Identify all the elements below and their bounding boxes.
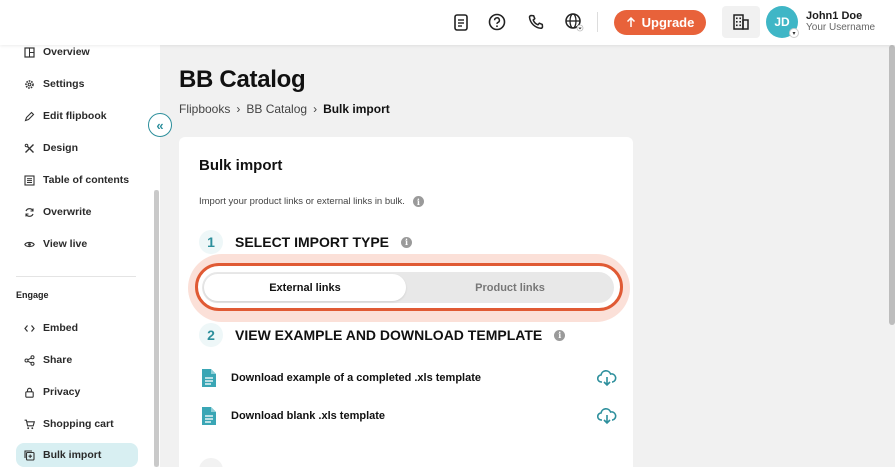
bulk-import-card: Bulk import Import your product links or… bbox=[179, 137, 633, 467]
sidebar-item-label: Edit flipbook bbox=[43, 110, 107, 122]
toolbar-separator bbox=[597, 12, 598, 32]
user-username: Your Username bbox=[806, 22, 876, 33]
cloud-download-icon[interactable] bbox=[597, 369, 617, 387]
sidebar-item-design[interactable]: Design bbox=[24, 139, 78, 157]
sidebar-item-label: Share bbox=[43, 354, 73, 366]
sidebar-item-label: Privacy bbox=[43, 386, 81, 398]
download-blank-row[interactable]: Download blank .xls template bbox=[201, 404, 617, 428]
sidebar-item-edit-flipbook[interactable]: Edit flipbook bbox=[24, 107, 107, 125]
sidebar-item-privacy[interactable]: Privacy bbox=[24, 383, 80, 401]
double-chevron-left-icon: « bbox=[156, 117, 164, 133]
sidebar-item-share[interactable]: Share bbox=[24, 351, 72, 369]
gear-icon bbox=[25, 79, 34, 89]
eye-icon bbox=[24, 241, 35, 247]
arrow-up-icon bbox=[626, 17, 635, 27]
sidebar-item-overwrite[interactable]: Overwrite bbox=[24, 203, 91, 221]
sidebar-item-shopping-cart[interactable]: Shopping cart bbox=[24, 415, 114, 433]
step-number: 1 bbox=[199, 230, 223, 254]
file-icon bbox=[202, 407, 216, 425]
sidebar-item-label: View live bbox=[43, 238, 88, 250]
sidebar-item-label: Overwrite bbox=[43, 206, 92, 218]
sidebar-item-bulk-import[interactable]: Bulk import bbox=[24, 446, 101, 464]
step-label: SELECT IMPORT TYPE bbox=[235, 234, 390, 250]
toggle-external-links[interactable]: External links bbox=[204, 274, 406, 301]
cloud-download-icon[interactable] bbox=[597, 407, 617, 425]
step-number: 2 bbox=[199, 323, 223, 347]
sidebar-item-settings[interactable]: Settings bbox=[24, 75, 84, 93]
breadcrumb-link-flipbooks[interactable]: Flipbooks bbox=[179, 102, 230, 116]
sidebar-item-label: Overview bbox=[43, 46, 90, 58]
description-text: Import your product links or external li… bbox=[199, 196, 405, 207]
card-title: Bulk import bbox=[199, 157, 283, 174]
sidebar-item-label: Bulk import bbox=[43, 449, 102, 461]
document-icon[interactable] bbox=[451, 12, 471, 32]
sidebar-section-engage: Engage bbox=[16, 290, 49, 300]
sidebar-item-embed[interactable]: Embed bbox=[24, 319, 78, 337]
sidebar-item-label: Table of contents bbox=[43, 174, 130, 186]
chevron-down-icon[interactable]: ▾ bbox=[789, 28, 799, 38]
step-view-example: 2 VIEW EXAMPLE AND DOWNLOAD TEMPLATE i bbox=[199, 323, 566, 347]
phone-icon[interactable] bbox=[526, 12, 546, 32]
import-type-toggle: External links Product links bbox=[202, 272, 614, 303]
info-icon[interactable]: i bbox=[401, 236, 413, 248]
sidebar: Overview Settings Edit flipbook Design T… bbox=[0, 45, 160, 467]
sidebar-item-label: Embed bbox=[43, 322, 79, 334]
sidebar-item-label: Settings bbox=[43, 78, 85, 90]
sidebar-divider bbox=[16, 276, 136, 277]
upgrade-button[interactable]: Upgrade bbox=[614, 10, 706, 35]
pencil-icon bbox=[24, 111, 35, 121]
sidebar-item-label: Design bbox=[43, 142, 79, 154]
lock-icon bbox=[25, 387, 34, 398]
main-scrollbar[interactable] bbox=[889, 45, 895, 325]
breadcrumb: Flipbooks › BB Catalog › Bulk import bbox=[179, 102, 390, 116]
overview-icon bbox=[24, 46, 35, 58]
share-icon bbox=[24, 354, 35, 366]
card-description: Import your product links or external li… bbox=[199, 196, 424, 207]
file-icon bbox=[202, 369, 216, 387]
upgrade-label: Upgrade bbox=[641, 15, 695, 30]
download-example-row[interactable]: Download example of a completed .xls tem… bbox=[201, 366, 617, 390]
chevron-right-icon: › bbox=[313, 102, 318, 116]
sidebar-item-label: Shopping cart bbox=[43, 418, 114, 430]
help-icon[interactable] bbox=[487, 12, 507, 32]
toggle-product-links[interactable]: Product links bbox=[408, 274, 612, 301]
chevron-right-icon: › bbox=[236, 102, 241, 116]
download-label[interactable]: Download blank .xls template bbox=[231, 410, 597, 422]
globe-icon[interactable] bbox=[564, 12, 584, 32]
user-name: John1 Doe bbox=[806, 10, 863, 22]
sidebar-scrollbar[interactable] bbox=[154, 190, 159, 467]
breadcrumb-link-catalog[interactable]: BB Catalog bbox=[246, 102, 307, 116]
collapse-sidebar-button[interactable]: « bbox=[148, 113, 172, 137]
download-label[interactable]: Download example of a completed .xls tem… bbox=[231, 372, 597, 384]
step-select-import-type: 1 SELECT IMPORT TYPE i bbox=[199, 230, 413, 254]
sidebar-item-overview[interactable]: Overview bbox=[24, 43, 90, 61]
toc-icon bbox=[24, 174, 35, 186]
bulk-import-icon bbox=[24, 449, 35, 461]
breadcrumb-current: Bulk import bbox=[323, 102, 390, 116]
top-bar: Upgrade JD ▾ John1 Doe Your Username bbox=[0, 0, 895, 45]
sidebar-item-table-of-contents[interactable]: Table of contents bbox=[24, 171, 129, 189]
cart-icon bbox=[24, 419, 35, 429]
info-icon[interactable]: i bbox=[554, 329, 566, 341]
page-title: BB Catalog bbox=[179, 66, 306, 93]
refresh-icon bbox=[25, 207, 34, 217]
building-icon[interactable] bbox=[722, 6, 760, 38]
step-label: VIEW EXAMPLE AND DOWNLOAD TEMPLATE bbox=[235, 327, 543, 343]
design-icon bbox=[24, 143, 34, 153]
step-number bbox=[199, 458, 223, 467]
info-icon[interactable]: i bbox=[412, 196, 424, 207]
sidebar-item-view-live[interactable]: View live bbox=[24, 235, 87, 253]
code-icon bbox=[24, 324, 35, 332]
